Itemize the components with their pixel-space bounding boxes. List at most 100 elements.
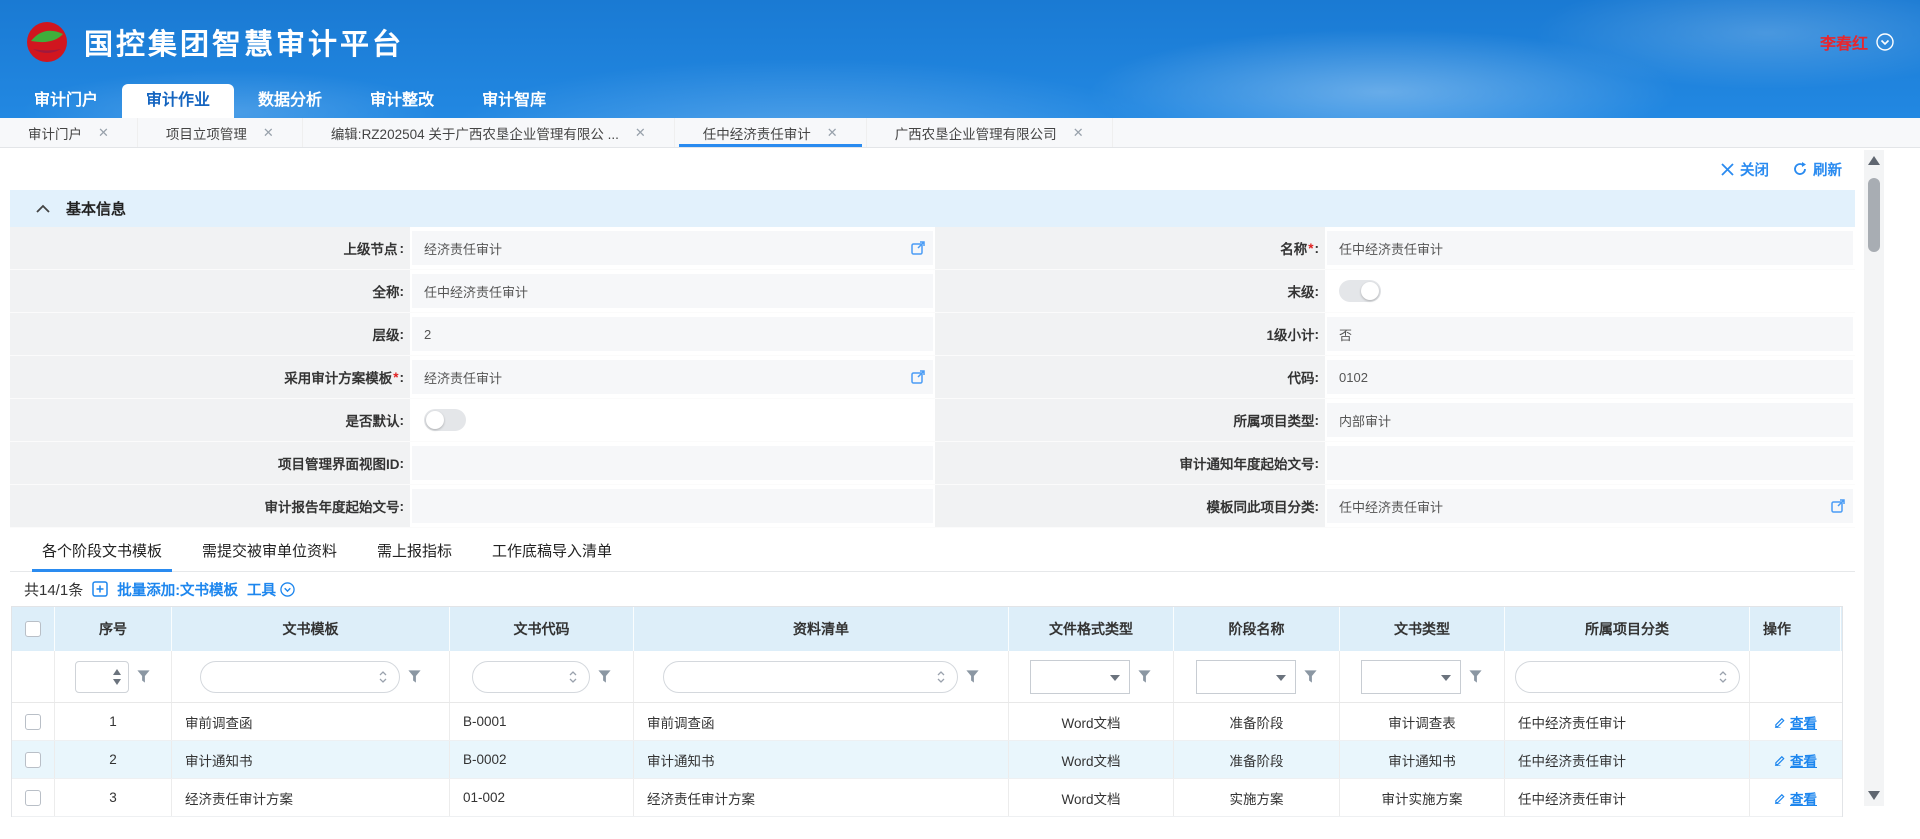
row-checkbox[interactable]	[25, 752, 41, 768]
leaf-field	[1327, 274, 1853, 308]
nav-item-portal[interactable]: 审计门户	[10, 84, 122, 118]
project-type-field[interactable]: 内部审计	[1327, 403, 1853, 437]
page-tab-incumbent-audit[interactable]: 任中经济责任审计 ✕	[675, 118, 867, 147]
notice-doc-no-field[interactable]	[1327, 446, 1853, 480]
category-filter-combo[interactable]	[1515, 661, 1740, 693]
seq-filter-spinner[interactable]	[75, 661, 129, 693]
report-doc-no-field[interactable]	[412, 489, 933, 523]
leaf-toggle[interactable]	[1339, 280, 1381, 302]
tab-working-paper-import[interactable]: 工作底稿导入清单	[472, 530, 632, 571]
close-page-button[interactable]: 关闭	[1721, 159, 1769, 180]
view-link[interactable]: 查看	[1774, 712, 1817, 732]
batch-add-icon[interactable]	[92, 581, 108, 597]
colon: :	[400, 241, 405, 256]
vertical-scrollbar[interactable]	[1864, 150, 1884, 806]
close-icon[interactable]: ✕	[263, 125, 274, 141]
filter-format	[1009, 651, 1174, 702]
basic-info-section-header[interactable]: 基本信息	[10, 190, 1855, 227]
tools-button[interactable]: 工具	[247, 579, 295, 600]
funnel-icon[interactable]	[965, 669, 980, 684]
funnel-icon[interactable]	[597, 669, 612, 684]
nav-item-operations[interactable]: 审计作业	[122, 84, 234, 118]
refresh-button[interactable]: 刷新	[1793, 159, 1842, 180]
scroll-up-icon[interactable]	[1868, 156, 1880, 165]
external-link-icon[interactable]	[911, 370, 925, 384]
spinner-up-icon[interactable]	[113, 669, 121, 675]
field-label-level1-subtotal: 1级小计:	[935, 313, 1325, 356]
cell-seq: 3	[55, 779, 172, 816]
full-name-field[interactable]: 任中经济责任审计	[412, 274, 933, 308]
row-checkbox[interactable]	[25, 714, 41, 730]
scroll-down-icon[interactable]	[1868, 791, 1880, 800]
tab-stage-doc-templates[interactable]: 各个阶段文书模板	[22, 530, 182, 571]
view-link[interactable]: 查看	[1774, 750, 1817, 770]
close-icon[interactable]: ✕	[827, 125, 838, 141]
collapse-icon[interactable]	[36, 204, 50, 213]
user-name: 李春红	[1820, 30, 1868, 54]
select-all-checkbox[interactable]	[25, 621, 41, 637]
edit-icon	[1774, 792, 1786, 804]
is-default-field	[412, 403, 933, 437]
parent-node-field[interactable]: 经济责任审计	[412, 231, 933, 265]
funnel-icon[interactable]	[1303, 669, 1318, 684]
spinner-down-icon[interactable]	[113, 679, 121, 685]
table-row[interactable]: 1 审前调查函 B-0001 审前调查函 Word文档 准备阶段 审计调查表 任…	[12, 703, 1842, 741]
cell-list: 审计通知书	[634, 741, 1009, 778]
plan-template-field[interactable]: 经济责任审计	[412, 360, 933, 394]
external-link-icon[interactable]	[1831, 499, 1845, 513]
page-tab-edit-rz202504[interactable]: 编辑:RZ202504 关于广西农垦企业管理有限公 ... ✕	[303, 118, 675, 147]
tab-auditee-materials[interactable]: 需提交被审单位资料	[182, 530, 357, 571]
scrollbar-thumb[interactable]	[1868, 178, 1880, 252]
basic-info-form: 上级节点: 经济责任审计 名称*: 任中经济责任审计 全称: 任中经济责任审计	[10, 227, 1855, 528]
stage-filter-select[interactable]	[1196, 660, 1296, 694]
table-row[interactable]: 2 审计通知书 B-0002 审计通知书 Word文档 准备阶段 审计通知书 任…	[12, 741, 1842, 779]
select-arrow-icon	[1441, 675, 1451, 681]
close-icon[interactable]: ✕	[98, 125, 109, 141]
nav-item-rectification[interactable]: 审计整改	[346, 84, 458, 118]
combo-arrows-icon	[1718, 670, 1728, 684]
level-field[interactable]: 2	[412, 317, 933, 351]
view-label: 查看	[1790, 788, 1817, 808]
name-field[interactable]: 任中经济责任审计	[1327, 231, 1853, 265]
filter-action-empty	[1750, 651, 1841, 702]
toggle-knob	[426, 411, 444, 429]
tools-dropdown-icon	[280, 582, 295, 597]
user-menu[interactable]: 李春红	[1820, 30, 1894, 54]
doctype-filter-select[interactable]	[1361, 660, 1461, 694]
level1-subtotal-field[interactable]: 否	[1327, 317, 1853, 351]
user-dropdown-icon[interactable]	[1876, 33, 1894, 51]
view-id-field[interactable]	[412, 446, 933, 480]
filter-seq	[55, 651, 172, 702]
cell-format: Word文档	[1009, 779, 1174, 816]
external-link-icon[interactable]	[911, 241, 925, 255]
field-value-cell: 任中经济责任审计	[410, 270, 935, 313]
nav-item-knowledge[interactable]: 审计智库	[458, 84, 570, 118]
page-tab-portal[interactable]: 审计门户 ✕	[0, 118, 138, 147]
tab-report-indicators[interactable]: 需上报指标	[357, 530, 472, 571]
view-link[interactable]: 查看	[1774, 788, 1817, 808]
code-filter-combo[interactable]	[472, 661, 590, 693]
field-label-is-default: 是否默认:	[10, 399, 410, 442]
funnel-icon[interactable]	[1468, 669, 1483, 684]
page-tab-project-setup[interactable]: 项目立项管理 ✕	[138, 118, 303, 147]
code-field[interactable]: 0102	[1327, 360, 1853, 394]
format-filter-select[interactable]	[1030, 660, 1130, 694]
nav-item-analysis[interactable]: 数据分析	[234, 84, 346, 118]
combo-arrows-icon	[378, 670, 388, 684]
label-text: 名称	[1280, 238, 1307, 258]
tab-label: 任中经济责任审计	[703, 123, 811, 143]
funnel-icon[interactable]	[136, 669, 151, 684]
page-tab-gx-company[interactable]: 广西农垦企业管理有限公司 ✕	[867, 118, 1113, 147]
close-icon[interactable]: ✕	[1073, 125, 1084, 141]
funnel-icon[interactable]	[407, 669, 422, 684]
list-filter-combo[interactable]	[663, 661, 958, 693]
value-text: 内部审计	[1339, 411, 1391, 430]
funnel-icon[interactable]	[1137, 669, 1152, 684]
batch-add-button[interactable]: 批量添加:文书模板	[117, 579, 238, 600]
template-category-field[interactable]: 任中经济责任审计	[1327, 489, 1853, 523]
close-icon[interactable]: ✕	[635, 125, 646, 141]
template-filter-combo[interactable]	[200, 661, 400, 693]
table-row[interactable]: 3 经济责任审计方案 01-002 经济责任审计方案 Word文档 实施方案 审…	[12, 779, 1842, 817]
is-default-toggle[interactable]	[424, 409, 466, 431]
row-checkbox[interactable]	[25, 790, 41, 806]
